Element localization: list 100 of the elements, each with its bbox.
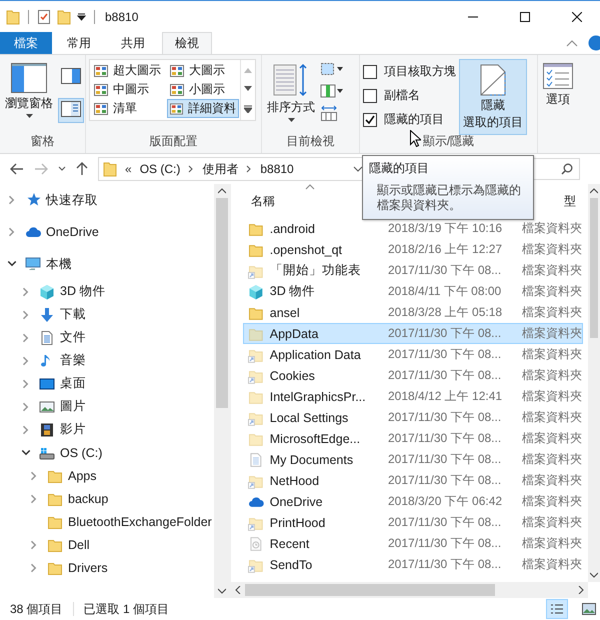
tree-item[interactable]: 下載 [0, 303, 214, 326]
details-pane-button[interactable] [58, 98, 84, 123]
tree-item[interactable]: Apps [0, 464, 214, 487]
file-row[interactable]: My Documents 2017/11/30 下午 08... 檔案資料夾 [243, 449, 583, 470]
tree-item[interactable]: OneDrive [0, 216, 214, 248]
breadcrumb-item[interactable]: OS (C:) [140, 162, 180, 176]
tree-item[interactable]: 桌面 [0, 372, 214, 395]
column-header[interactable]: 型 [564, 192, 576, 210]
maximize-icon[interactable] [520, 12, 530, 22]
dropdown-chevron-icon[interactable] [353, 166, 363, 172]
file-row[interactable]: 3D 物件 2018/4/11 下午 08:00 檔案資料夾 [243, 281, 583, 302]
group-by-icon[interactable] [320, 61, 344, 77]
layout-option[interactable]: 大圖示 [167, 61, 239, 80]
layout-option[interactable]: 詳細資料 [167, 99, 239, 118]
collapsed-chevron-icon[interactable] [21, 332, 31, 342]
expand-gallery-icon[interactable] [244, 105, 252, 114]
collapsed-chevron-icon[interactable] [21, 424, 31, 434]
ribbon-tab[interactable]: 檢視 [162, 32, 212, 54]
file-row[interactable]: OneDrive 2018/3/20 下午 06:42 檔案資料夾 [243, 491, 583, 512]
checkbox[interactable] [363, 112, 377, 126]
sort-by-button[interactable]: 排序方式 [265, 59, 317, 126]
tree-item[interactable]: 本機 [0, 248, 214, 280]
tree-item[interactable]: 音樂 [0, 349, 214, 372]
help-icon[interactable] [588, 35, 600, 51]
checked-document-icon[interactable] [37, 8, 51, 24]
breadcrumb-chevron-icon[interactable] [246, 165, 252, 173]
scrollbar-thumb[interactable] [590, 198, 598, 338]
navigation-pane-button[interactable]: 瀏覽窗格 [3, 59, 55, 122]
close-icon[interactable] [572, 12, 582, 22]
scroll-up-icon[interactable] [590, 188, 598, 194]
file-row[interactable]: Recent 2017/11/30 下午 08... 檔案資料夾 [243, 533, 583, 554]
breadcrumb-chevron-icon[interactable] [188, 165, 194, 173]
tree-item[interactable]: 文件 [0, 326, 214, 349]
layout-option[interactable]: 中圖示 [91, 80, 167, 99]
add-columns-icon[interactable] [320, 83, 344, 99]
size-columns-icon[interactable] [320, 105, 338, 121]
minimize-icon[interactable] [468, 16, 478, 18]
scroll-down-icon[interactable] [590, 572, 598, 578]
collapsed-chevron-icon[interactable] [21, 310, 31, 320]
expanded-chevron-icon[interactable] [7, 259, 17, 269]
collapsed-chevron-icon[interactable] [29, 470, 39, 480]
collapsed-chevron-icon[interactable] [29, 494, 39, 504]
scroll-left-icon[interactable] [235, 586, 241, 594]
overflow-chevrons[interactable]: « [125, 162, 132, 176]
scroll-down-icon[interactable] [244, 86, 252, 92]
options-button[interactable]: 選項 [541, 59, 575, 112]
file-row[interactable]: .android 2018/3/19 下午 10:16 檔案資料夾 [243, 218, 583, 239]
collapsed-chevron-icon[interactable] [7, 227, 17, 237]
scrollbar-thumb[interactable] [245, 584, 495, 596]
column-header[interactable]: 名稱 [251, 192, 275, 210]
file-row[interactable]: ansel 2018/3/28 上午 05:18 檔案資料夾 [243, 302, 583, 323]
file-row[interactable]: SendTo 2017/11/30 下午 08... 檔案資料夾 [243, 554, 583, 575]
file-row[interactable]: PrintHood 2017/11/30 下午 08... 檔案資料夾 [243, 512, 583, 533]
collapsed-chevron-icon[interactable] [7, 195, 17, 205]
collapsed-chevron-icon[interactable] [21, 286, 31, 296]
collapse-ribbon-icon[interactable] [566, 39, 578, 47]
tree-item[interactable]: 3D 物件 [0, 280, 214, 303]
dropdown-caret-icon[interactable] [77, 12, 86, 21]
collapsed-chevron-icon[interactable] [21, 402, 31, 412]
collapsed-chevron-icon[interactable] [21, 378, 31, 388]
ribbon-tab[interactable]: 共用 [106, 32, 160, 54]
expanded-chevron-icon[interactable] [21, 448, 31, 458]
up-arrow-icon[interactable] [76, 162, 88, 176]
checkbox[interactable] [363, 88, 377, 102]
checkbox[interactable] [363, 64, 377, 78]
file-row[interactable]: IntelGraphicsPr... 2018/4/12 上午 12:41 檔案資料夾 [243, 386, 583, 407]
tree-item[interactable]: OS (C:) [0, 441, 214, 464]
layout-option[interactable]: 小圖示 [167, 80, 239, 99]
tree-item[interactable]: 圖片 [0, 395, 214, 418]
recent-locations-icon[interactable] [58, 166, 66, 172]
collapsed-chevron-icon[interactable] [29, 540, 39, 550]
scroll-down-icon[interactable] [218, 588, 226, 594]
tree-item[interactable]: backup [0, 487, 214, 510]
scroll-up-icon[interactable] [218, 188, 226, 194]
file-row[interactable]: Local Settings 2017/11/30 下午 08... 檔案資料夾 [243, 407, 583, 428]
tree-item[interactable]: Drivers [0, 556, 214, 579]
scrollbar-thumb[interactable] [216, 198, 228, 408]
breadcrumb-item[interactable]: 使用者 [202, 160, 238, 178]
tree-item[interactable]: 影片 [0, 418, 214, 441]
back-arrow-icon[interactable] [10, 163, 24, 175]
breadcrumb-item[interactable]: b8810 [260, 162, 294, 176]
collapsed-chevron-icon[interactable] [21, 356, 31, 366]
file-row[interactable]: Application Data 2017/11/30 下午 08... 檔案資料夾 [243, 344, 583, 365]
file-row[interactable]: .openshot_qt 2018/2/16 上午 12:27 檔案資料夾 [243, 239, 583, 260]
tree-item[interactable]: 快速存取 [0, 184, 214, 216]
file-row[interactable]: 「開始」功能表 2017/11/30 下午 08... 檔案資料夾 [243, 260, 583, 281]
collapsed-chevron-icon[interactable] [29, 562, 39, 572]
file-row[interactable]: AppData 2017/11/30 下午 08... 檔案資料夾 [243, 323, 583, 344]
layout-option[interactable]: 超大圖示 [91, 61, 167, 80]
layout-option[interactable]: 清單 [91, 99, 167, 118]
tree-item[interactable]: Dell [0, 533, 214, 556]
scroll-right-icon[interactable] [578, 586, 584, 594]
hide-selected-items-button[interactable]: 隱藏 選取的項目 [459, 59, 527, 135]
file-row[interactable]: MicrosoftEdge... 2017/11/30 下午 08... 檔案資料夾 [243, 428, 583, 449]
details-view-button[interactable] [546, 599, 568, 619]
ribbon-tab[interactable]: 檔案 [0, 32, 52, 54]
file-row[interactable]: NetHood 2017/11/30 下午 08... 檔案資料夾 [243, 470, 583, 491]
ribbon-tab[interactable]: 常用 [52, 32, 106, 54]
file-row[interactable]: Cookies 2017/11/30 下午 08... 檔案資料夾 [243, 365, 583, 386]
tree-item[interactable]: BluetoothExchangeFolder [0, 510, 214, 533]
